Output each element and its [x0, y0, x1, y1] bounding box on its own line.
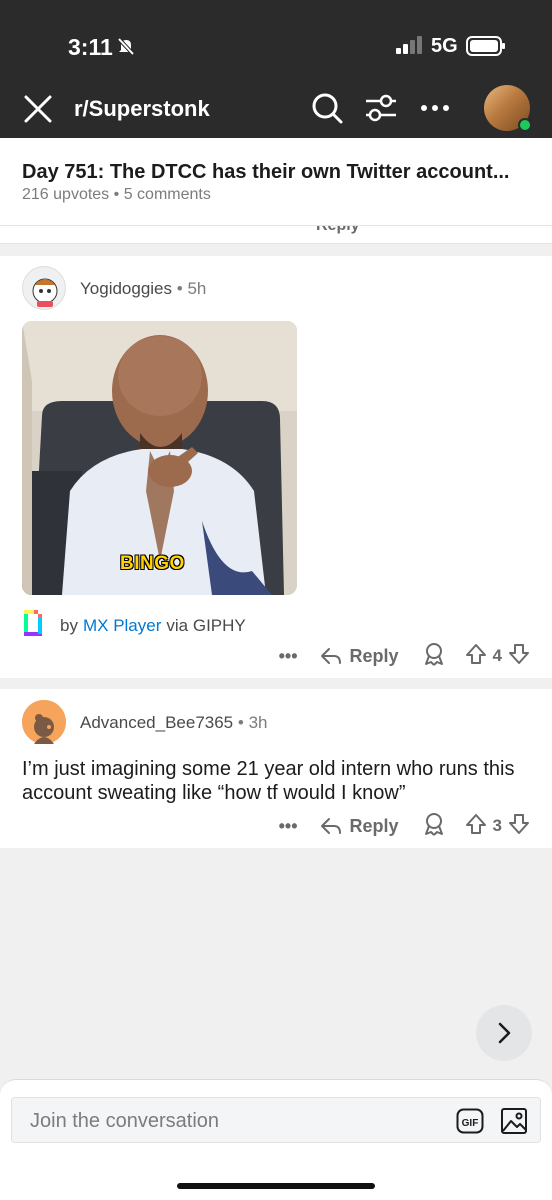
- downvote-icon[interactable]: [508, 813, 530, 840]
- comment-author[interactable]: Advanced_Bee7365 • 3h: [80, 713, 267, 733]
- giphy-credit: by MX Player via GIPHY: [22, 610, 246, 641]
- gif-image[interactable]: BINGO: [22, 321, 297, 595]
- reply-button[interactable]: Reply: [320, 646, 399, 667]
- upvote-count: 216 upvotes: [22, 186, 110, 203]
- reply-label: Reply: [349, 645, 399, 666]
- reply-icon: [320, 648, 341, 664]
- status-bar: 3:11 5G: [0, 0, 552, 78]
- top-nav: r/Superstonk: [0, 78, 552, 138]
- search-icon[interactable]: [310, 91, 344, 130]
- more-options-button[interactable]: •••: [279, 646, 298, 667]
- credit-by: by: [60, 615, 78, 635]
- giphy-logo-icon: [22, 610, 44, 641]
- subreddit-title[interactable]: r/Superstonk: [74, 96, 210, 122]
- credit-via: via GIPHY: [166, 615, 246, 635]
- chevron-right-icon: [498, 1022, 511, 1044]
- signal-icon: [396, 36, 424, 59]
- comment-count: 5 comments: [123, 186, 211, 203]
- reply-button[interactable]: Reply: [316, 226, 360, 235]
- image-icon[interactable]: [500, 1107, 528, 1140]
- comment-actions: ••• Reply 3: [279, 812, 530, 841]
- comment-author[interactable]: Yogidoggies • 5h: [80, 279, 206, 299]
- post-title[interactable]: Day 751: The DTCC has their own Twitter …: [22, 161, 510, 184]
- reply-icon: [320, 818, 341, 834]
- next-comment-button[interactable]: [476, 1005, 532, 1061]
- close-icon[interactable]: [22, 93, 54, 130]
- comment-actions: ••• Reply 4: [279, 642, 530, 671]
- comment: Advanced_Bee7365 • 3h I’m just imagining…: [0, 689, 552, 848]
- post-meta: 216 upvotes • 5 comments: [22, 186, 211, 204]
- reply-label: Reply: [349, 815, 399, 836]
- comment-input[interactable]: Join the conversation GIF: [11, 1097, 541, 1143]
- online-status-dot: [518, 118, 532, 132]
- username[interactable]: Advanced_Bee7365: [80, 713, 233, 732]
- more-options-button[interactable]: •••: [279, 816, 298, 837]
- comment-time: 5h: [187, 279, 207, 298]
- more-options-icon[interactable]: [418, 92, 452, 129]
- meta-separator: •: [237, 713, 244, 732]
- status-time: 3:11: [68, 34, 113, 60]
- user-avatar[interactable]: [484, 85, 532, 132]
- vote-score: 3: [492, 816, 502, 835]
- award-icon[interactable]: [423, 642, 445, 671]
- comment-body: I’m just imagining some 21 year old inte…: [22, 758, 515, 804]
- avatar[interactable]: [22, 700, 66, 744]
- username[interactable]: Yogidoggies: [80, 279, 172, 298]
- input-placeholder: Join the conversation: [30, 1110, 220, 1132]
- home-indicator: [177, 1183, 375, 1189]
- upvote-icon[interactable]: [465, 643, 487, 670]
- comment-composer: Join the conversation GIF: [0, 1079, 552, 1200]
- previous-comment-actions: Reply: [0, 226, 552, 244]
- reply-button[interactable]: Reply: [320, 816, 399, 837]
- gif-label: GIF: [462, 1118, 479, 1129]
- network-label: 5G: [431, 35, 458, 57]
- comment-time: 3h: [248, 713, 268, 732]
- vote-score: 4: [492, 646, 502, 665]
- downvote-icon[interactable]: [508, 643, 530, 670]
- battery-icon: [466, 36, 506, 61]
- avatar[interactable]: [22, 266, 66, 310]
- gif-author-link[interactable]: MX Player: [83, 616, 161, 636]
- upvote-icon[interactable]: [465, 813, 487, 840]
- award-icon[interactable]: [423, 812, 445, 841]
- gif-button[interactable]: GIF: [456, 1108, 484, 1139]
- gif-caption: BINGO: [120, 553, 185, 574]
- meta-separator: •: [113, 186, 120, 203]
- meta-separator: •: [176, 279, 183, 298]
- comment: Yogidoggies • 5h BINGO by MX Player via …: [0, 256, 552, 678]
- filter-icon[interactable]: [364, 92, 398, 129]
- post-header[interactable]: Day 751: The DTCC has their own Twitter …: [0, 138, 552, 226]
- bell-muted-icon: [116, 36, 136, 61]
